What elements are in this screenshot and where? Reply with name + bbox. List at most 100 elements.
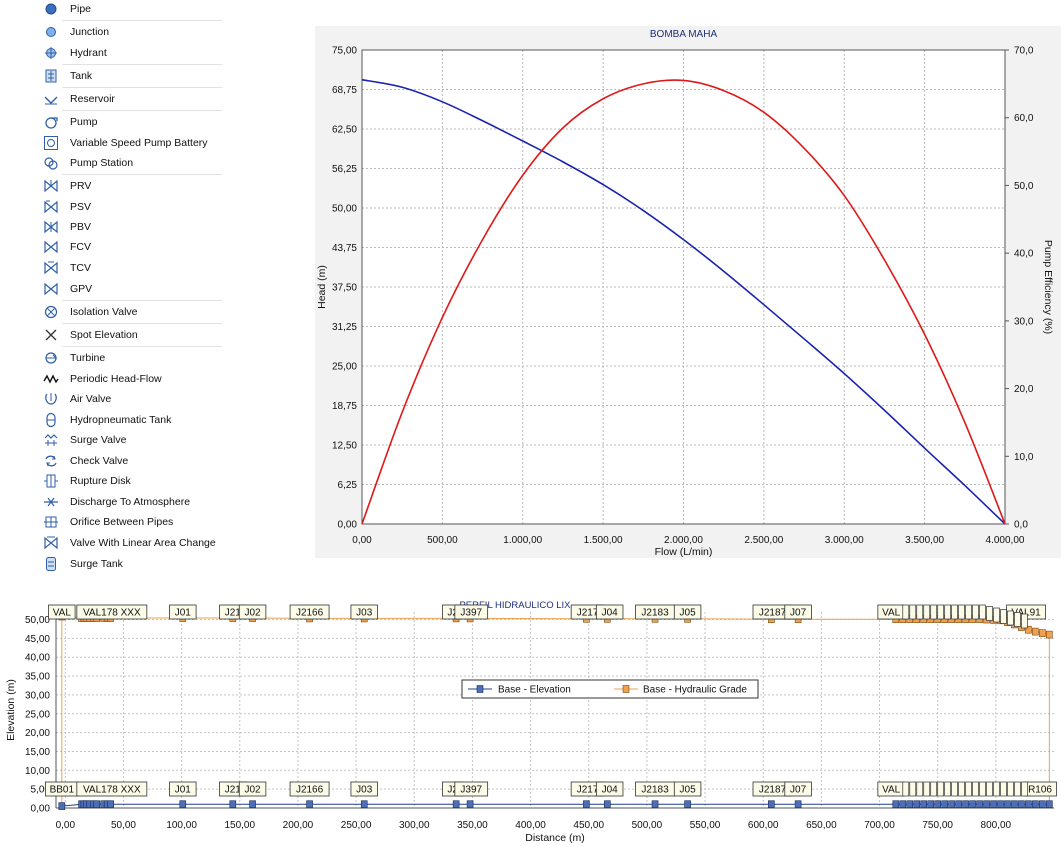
palette-item-check-valve[interactable]: Check Valve bbox=[40, 451, 225, 471]
rupture-disk-icon bbox=[40, 473, 62, 489]
palette-item-hydropneumatic-tank[interactable]: Hydropneumatic Tank bbox=[40, 410, 225, 430]
node-label[interactable]: J01 bbox=[169, 604, 197, 620]
node-label[interactable]: J2183 bbox=[635, 604, 675, 620]
node-label-text: J03 bbox=[356, 785, 373, 796]
palette-item-pbv[interactable]: PBV bbox=[40, 217, 225, 237]
node-label-text: J2187 bbox=[759, 785, 787, 796]
palette-item-prv[interactable]: PRV bbox=[40, 176, 225, 196]
y-tick-label: 56,25 bbox=[332, 164, 357, 175]
stacked-label-box bbox=[944, 781, 952, 797]
pump-battery-icon bbox=[40, 135, 62, 151]
elevation-marker bbox=[684, 800, 691, 809]
node-label-text: J2166 bbox=[296, 608, 324, 619]
node-label-text: J2187 bbox=[759, 608, 787, 619]
x-tick-label: 200,00 bbox=[283, 820, 314, 831]
palette-item-label: Isolation Valve bbox=[70, 306, 138, 318]
y-tick-label: 31,25 bbox=[332, 322, 357, 333]
node-label[interactable]: J04 bbox=[595, 604, 624, 620]
node-label[interactable]: R106 bbox=[1023, 781, 1057, 797]
elevation-marker bbox=[1046, 800, 1053, 809]
palette-item-tank[interactable]: Tank bbox=[40, 66, 225, 86]
palette-item-discharge[interactable]: Discharge To Atmosphere bbox=[40, 492, 225, 512]
isolation-valve-icon bbox=[40, 304, 62, 320]
node-label[interactable]: VAL bbox=[877, 604, 905, 620]
hydraulic-profile-svg: PERFIL HIDRAULICO LIX0,00 50,00 100,00 150,… bbox=[0, 590, 1061, 846]
node-label[interactable]: J02 bbox=[238, 604, 267, 620]
palette-item-pipe[interactable]: Pipe bbox=[40, 0, 225, 19]
node-label[interactable]: J01 bbox=[169, 781, 197, 797]
node-label[interactable]: J03 bbox=[350, 781, 378, 797]
node-label[interactable]: VAL178 XXX bbox=[76, 781, 148, 797]
node-label[interactable]: J2183 bbox=[635, 781, 675, 797]
node-label-text: J05 bbox=[680, 785, 697, 796]
stacked-label-box bbox=[993, 607, 1000, 623]
node-label[interactable]: VAL178 XXX bbox=[76, 604, 148, 620]
y2-tick-label: 40,0 bbox=[1014, 249, 1034, 260]
node-label[interactable]: J397 bbox=[454, 604, 489, 620]
palette-item-label: Rupture Disk bbox=[70, 475, 131, 487]
elevation-marker bbox=[1018, 800, 1025, 809]
palette-item-label: Check Valve bbox=[70, 455, 129, 467]
elevation-marker bbox=[229, 800, 237, 809]
legend-entry-elevation: Base - Elevation bbox=[498, 685, 571, 696]
node-label[interactable]: J02 bbox=[238, 781, 267, 797]
stacked-label-box bbox=[951, 604, 958, 620]
x-tick-label: 4.000,00 bbox=[986, 535, 1025, 546]
node-label-text: J03 bbox=[356, 608, 373, 619]
palette-item-psv[interactable]: PSV bbox=[40, 197, 225, 217]
palette-item-fcv[interactable]: FCV bbox=[40, 237, 225, 257]
node-label[interactable]: J2166 bbox=[289, 604, 330, 620]
palette-item-linear-valve[interactable]: Valve With Linear Area Change bbox=[40, 533, 225, 553]
legend-elevation-marker bbox=[476, 685, 484, 693]
node-label[interactable]: J397 bbox=[454, 781, 489, 797]
elevation-marker bbox=[913, 800, 921, 809]
palette-item-surge-tank[interactable]: Surge Tank bbox=[40, 554, 225, 574]
elevation-marker bbox=[899, 800, 907, 809]
node-label[interactable]: J04 bbox=[595, 781, 624, 797]
legend-hgl-marker bbox=[622, 685, 630, 693]
stacked-label-box bbox=[1021, 781, 1028, 797]
node-label-text: J04 bbox=[602, 785, 619, 796]
palette-item-air-valve[interactable]: Air Valve bbox=[40, 389, 225, 409]
node-label[interactable]: VAL bbox=[877, 781, 905, 797]
palette-item-label: Pump bbox=[70, 116, 98, 128]
node-label-text: J01 bbox=[175, 608, 192, 619]
palette-item-pump[interactable]: Pump bbox=[40, 112, 225, 132]
stacked-label-box bbox=[951, 781, 958, 797]
palette-item-orifice[interactable]: Orifice Between Pipes bbox=[40, 512, 225, 532]
x-tick-label: 600,00 bbox=[748, 820, 779, 831]
palette-item-hydrant[interactable]: Hydrant bbox=[40, 43, 225, 63]
node-label[interactable]: VAL bbox=[48, 604, 76, 620]
palette-item-rupture-disk[interactable]: Rupture Disk bbox=[40, 471, 225, 491]
palette-item-tcv[interactable]: TCV bbox=[40, 258, 225, 278]
turbine-icon bbox=[40, 350, 62, 366]
palette-item-isolation-valve[interactable]: Isolation Valve bbox=[40, 302, 225, 322]
elevation-marker bbox=[107, 800, 114, 809]
palette-item-pump-station[interactable]: Pump Station bbox=[40, 153, 225, 173]
node-label[interactable]: J05 bbox=[673, 781, 702, 797]
stacked-label-box bbox=[937, 604, 945, 620]
palette-item-surge-valve[interactable]: Surge Valve bbox=[40, 430, 225, 450]
node-label[interactable]: BB01 bbox=[45, 781, 79, 797]
node-label[interactable]: J07 bbox=[784, 781, 812, 797]
node-label-text: J21 bbox=[225, 785, 242, 796]
elevation-marker bbox=[920, 800, 928, 809]
node-label[interactable]: J05 bbox=[673, 604, 702, 620]
y2-tick-label: 60,0 bbox=[1014, 113, 1034, 124]
elevation-marker bbox=[990, 800, 997, 809]
node-label[interactable]: J03 bbox=[350, 604, 378, 620]
palette-item-pump-battery[interactable]: Variable Speed Pump Battery bbox=[40, 133, 225, 153]
stacked-label-box bbox=[972, 604, 979, 620]
palette-item-periodic-head-flow[interactable]: Periodic Head-Flow bbox=[40, 369, 225, 389]
palette-item-junction[interactable]: Junction bbox=[40, 22, 225, 42]
node-label[interactable]: J07 bbox=[784, 604, 812, 620]
palette-item-gpv[interactable]: GPV bbox=[40, 279, 225, 299]
palette-item-spot-elevation[interactable]: Spot Elevation bbox=[40, 325, 225, 345]
x-tick-label: 150,00 bbox=[224, 820, 255, 831]
palette-item-reservoir[interactable]: Reservoir bbox=[40, 89, 225, 109]
stacked-label-box bbox=[923, 604, 931, 620]
palette-item-turbine[interactable]: Turbine bbox=[40, 348, 225, 368]
stacked-label-box bbox=[944, 604, 952, 620]
node-label[interactable]: J2166 bbox=[289, 781, 330, 797]
node-label-text: J217 bbox=[577, 785, 599, 796]
